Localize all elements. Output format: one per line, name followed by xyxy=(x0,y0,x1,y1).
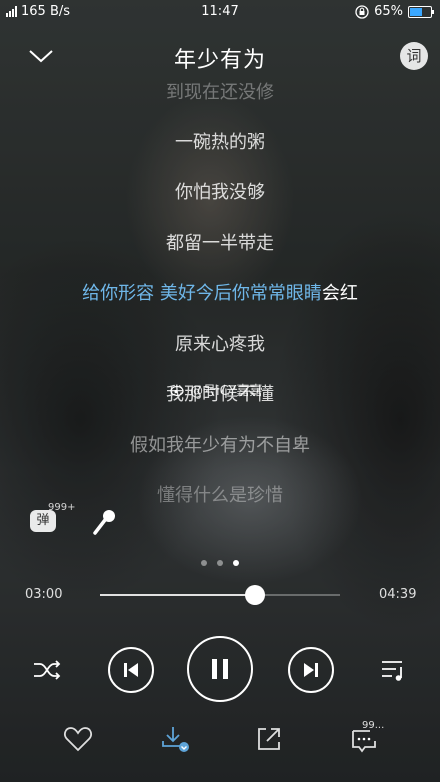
danmu-count: 999+ xyxy=(48,502,76,513)
previous-icon xyxy=(124,663,138,677)
previous-button[interactable] xyxy=(108,647,154,693)
lyric-line: 你怕我没够 xyxy=(175,182,265,203)
page-dot xyxy=(233,560,239,566)
lyric-line: 假如我年少有为不自卑 xyxy=(130,435,310,456)
progress-played xyxy=(100,594,255,596)
comment-count: 99... xyxy=(362,720,385,731)
lyric-button[interactable]: 词 xyxy=(400,42,428,70)
lyric-line: 到现在还没修 xyxy=(166,82,274,103)
danmu-icon: 弹 xyxy=(30,510,56,532)
pause-button[interactable] xyxy=(187,636,253,702)
lyric-icon: 词 xyxy=(406,47,422,65)
pause-icon xyxy=(212,659,228,679)
next-icon xyxy=(304,663,318,677)
lyric-pending: 会红 xyxy=(321,283,358,304)
playlist-icon[interactable] xyxy=(380,658,408,682)
lyric-line: 一碗热的粥 xyxy=(175,132,265,153)
progress-bar[interactable] xyxy=(100,585,340,605)
page-indicator xyxy=(0,560,440,566)
elapsed-time: 03:00 xyxy=(25,587,63,602)
shuffle-icon[interactable] xyxy=(32,659,62,681)
lyric-highlight: 美好今后你常常眼睛 xyxy=(154,283,322,304)
bottom-toolbar: 99... xyxy=(0,720,440,764)
watermark-text: @号iCY嘉嘉 xyxy=(190,384,263,399)
next-button[interactable] xyxy=(288,647,334,693)
danmu-button[interactable]: 弹 999+ xyxy=(30,502,75,534)
watermark: @号iCY嘉嘉 xyxy=(170,380,262,399)
lyric-line: 都留一半带走 xyxy=(166,233,274,254)
status-right: 65% xyxy=(355,4,434,19)
page-dot xyxy=(201,560,207,566)
rotation-lock-icon xyxy=(355,4,369,19)
download-icon xyxy=(162,727,189,752)
download-button[interactable] xyxy=(160,724,190,754)
progress-thumb[interactable] xyxy=(244,585,265,605)
status-bar: 165 B/s 11:47 65% xyxy=(0,0,440,24)
player-header: 年少有为 词 xyxy=(0,34,440,78)
battery-percent: 65% xyxy=(374,4,403,19)
heart-icon[interactable] xyxy=(63,724,93,754)
total-time: 04:39 xyxy=(379,587,417,602)
share-icon[interactable] xyxy=(254,724,284,754)
lyric-line-current: 给你形容 美好今后你常常眼睛会红 xyxy=(0,279,440,305)
comment-button[interactable]: 99... xyxy=(350,720,384,754)
lyric-highlight: 给你形容 xyxy=(82,283,155,304)
weibo-icon xyxy=(170,385,184,396)
microphone-icon[interactable] xyxy=(90,508,118,538)
song-title: 年少有为 xyxy=(173,48,266,73)
page-dot xyxy=(217,560,223,566)
lyric-line: 原来心疼我 xyxy=(175,334,265,355)
battery-icon xyxy=(408,5,434,18)
